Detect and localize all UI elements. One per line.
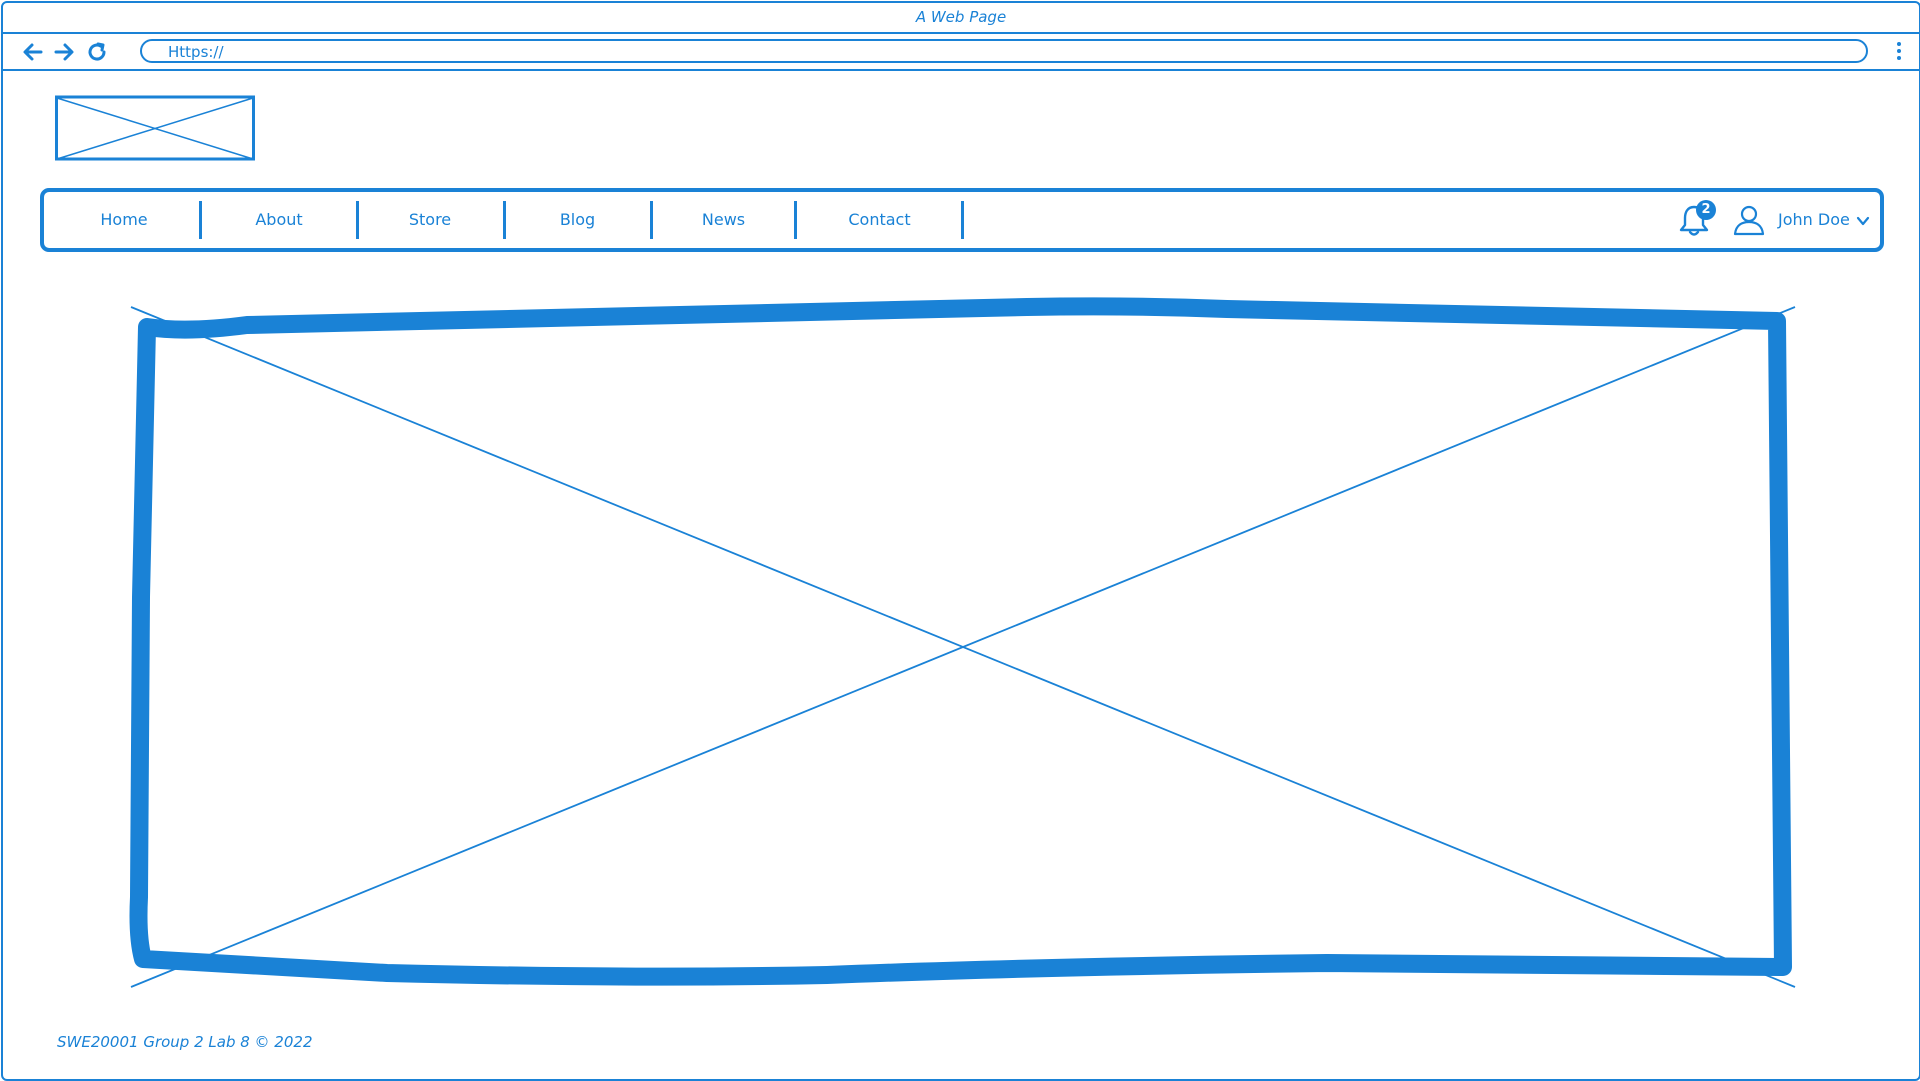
logo-placeholder [55, 95, 256, 162]
browser-window: A Web Page Home About Store Blog [1, 1, 1920, 1081]
main-navigation: Home About Store Blog News Contact 2 Joh… [40, 188, 1884, 252]
reload-icon[interactable] [85, 40, 109, 64]
nav-divider [199, 201, 202, 239]
address-bar[interactable] [140, 39, 1868, 63]
hero-image-placeholder [127, 297, 1799, 991]
forward-arrow-icon[interactable] [52, 40, 76, 64]
user-icon[interactable] [1732, 203, 1766, 237]
browser-toolbar [3, 34, 1919, 71]
nav-about[interactable]: About [204, 192, 354, 248]
nav-home[interactable]: Home [64, 192, 184, 248]
nav-blog[interactable]: Blog [506, 192, 649, 248]
footer-text: SWE20001 Group 2 Lab 8 © 2022 [57, 1033, 313, 1051]
window-title: A Web Page [3, 3, 1919, 34]
nav-divider [961, 201, 964, 239]
kebab-menu-icon[interactable] [1891, 39, 1907, 65]
user-name[interactable]: John Doe [1778, 192, 1850, 248]
nav-news[interactable]: News [653, 192, 794, 248]
nav-contact[interactable]: Contact [797, 192, 962, 248]
chevron-down-icon[interactable] [1856, 213, 1870, 227]
url-input[interactable] [168, 42, 1768, 61]
nav-store[interactable]: Store [359, 192, 501, 248]
back-arrow-icon[interactable] [21, 40, 45, 64]
notification-badge: 2 [1696, 200, 1716, 220]
